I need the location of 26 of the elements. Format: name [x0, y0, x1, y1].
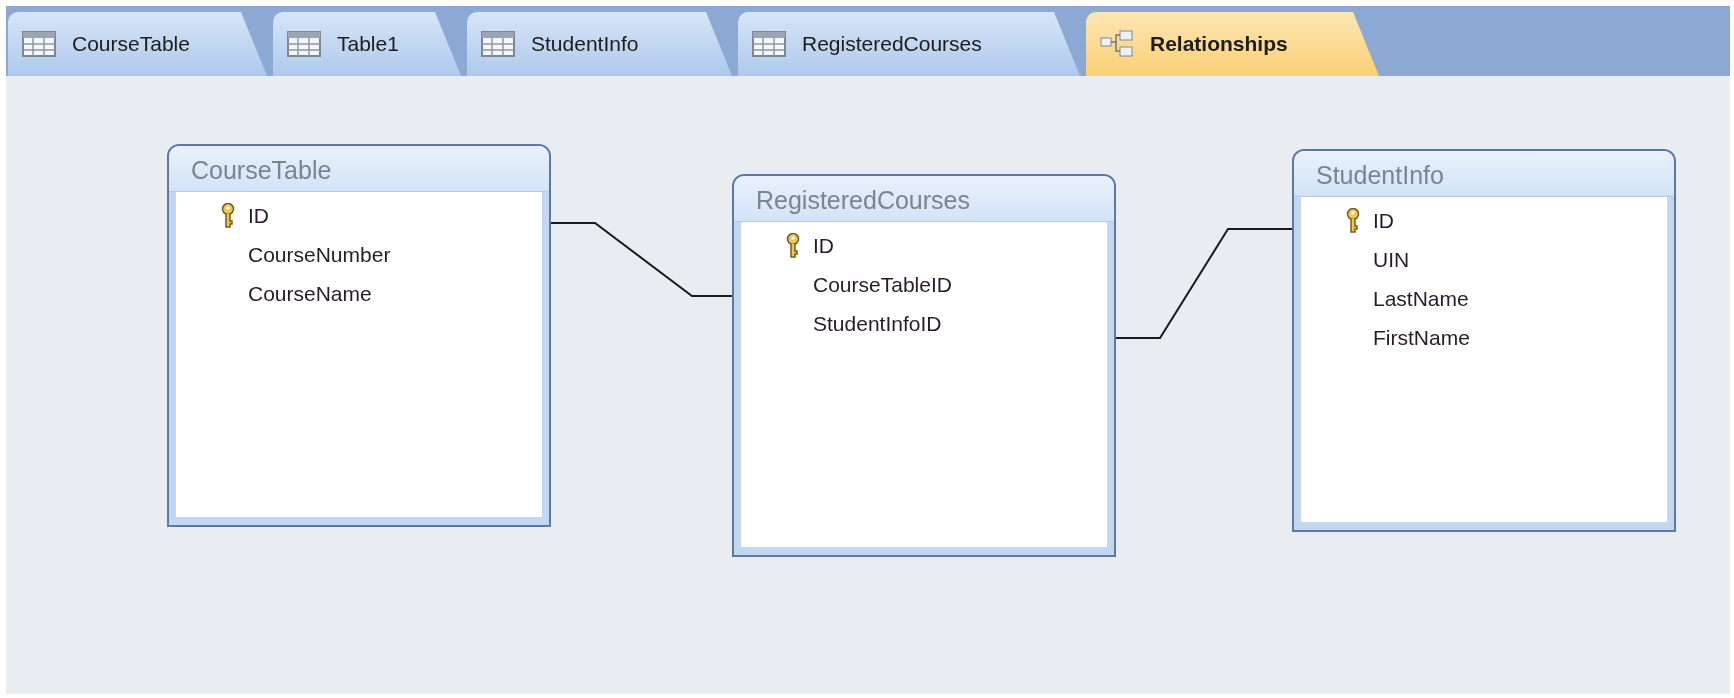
- table-title: CourseTable: [169, 146, 549, 192]
- tab[interactable]: Table1: [273, 12, 461, 76]
- table-icon: [752, 31, 786, 57]
- field-name[interactable]: ID: [1373, 204, 1394, 237]
- field-name[interactable]: StudentInfoID: [813, 307, 942, 340]
- field-name[interactable]: CourseTableID: [813, 268, 952, 301]
- tab[interactable]: StudentInfo: [467, 12, 732, 76]
- field-name[interactable]: UIN: [1373, 243, 1410, 276]
- table-card[interactable]: RegisteredCourses ID CourseTableID StudentInfoID: [732, 174, 1116, 557]
- table-card[interactable]: StudentInfo ID UIN LastName FirstName: [1292, 149, 1676, 532]
- tab[interactable]: CourseTable: [8, 12, 267, 76]
- table-icon: [22, 31, 56, 57]
- table-title: RegisteredCourses: [734, 176, 1114, 222]
- field-name[interactable]: ID: [248, 199, 269, 232]
- table-card[interactable]: CourseTable ID CourseNumber CourseName: [167, 144, 551, 527]
- field-name[interactable]: ID: [813, 229, 834, 262]
- tab[interactable]: RegisteredCourses: [738, 12, 1080, 76]
- field-name[interactable]: FirstName: [1373, 321, 1470, 354]
- table-icon: [287, 31, 321, 57]
- tab[interactable]: Relationships: [1086, 12, 1379, 76]
- field-name[interactable]: CourseNumber: [248, 238, 391, 271]
- table-title: StudentInfo: [1294, 151, 1674, 197]
- field-name[interactable]: CourseName: [248, 277, 372, 310]
- table-icon: [481, 31, 515, 57]
- relationship-icon: [1100, 30, 1134, 58]
- field-name[interactable]: LastName: [1373, 282, 1469, 315]
